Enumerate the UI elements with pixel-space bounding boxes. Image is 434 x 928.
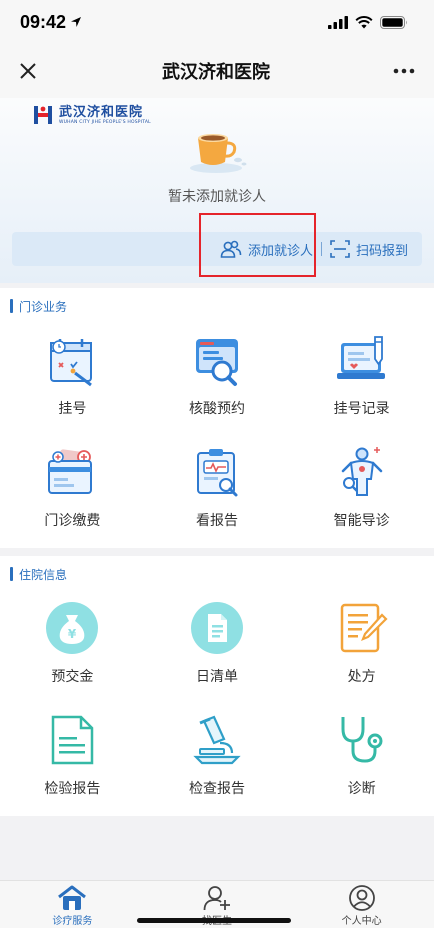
home-icon — [58, 885, 87, 910]
status-time: 09:42 — [20, 12, 82, 33]
tab-label: 诊疗服务 — [52, 916, 93, 927]
view-report-item[interactable]: 看报告 — [145, 436, 290, 548]
tab-personal-center[interactable]: 个人中心 — [289, 881, 434, 928]
hospital-logo-icon — [34, 106, 52, 124]
test-report-item[interactable]: 检验报告 — [0, 704, 145, 816]
nav-bar: 武汉济和医院 — [0, 44, 434, 98]
home-indicator — [137, 918, 291, 923]
scan-checkin-button[interactable]: 扫码报到 — [330, 240, 408, 259]
section-title: 门诊业务 — [19, 299, 68, 314]
payment-card-icon — [48, 449, 93, 494]
coffee-cup-icon — [190, 134, 247, 173]
action-divider — [320, 242, 322, 256]
close-button[interactable] — [14, 57, 42, 85]
prescription-label: 处方 — [347, 669, 376, 685]
status-bar: 09:42 — [0, 0, 434, 44]
deposit-label: 预交金 — [51, 669, 94, 685]
daily-list-item[interactable]: 日清单 — [145, 592, 290, 704]
stethoscope-icon — [341, 717, 383, 763]
register-item[interactable]: 挂号 — [0, 324, 145, 436]
more-button[interactable] — [390, 57, 418, 85]
time-text: 09:42 — [20, 11, 67, 32]
add-user-icon — [203, 886, 230, 911]
daily-list-icon — [190, 602, 243, 654]
outpatient-payment-label: 门诊缴费 — [44, 513, 101, 529]
highlight-box — [199, 213, 316, 277]
patient-card: 武汉济和医院 WUHAN CITY JIHE PEOPLE'S HOSPITAL… — [0, 98, 434, 283]
calendar-register-icon — [50, 339, 93, 387]
smart-guide-label: 智能导诊 — [333, 513, 390, 529]
register-record-label: 挂号记录 — [333, 401, 390, 417]
nucleic-appointment-item[interactable]: 核酸预约 — [145, 324, 290, 436]
daily-list-label: 日清单 — [195, 669, 238, 685]
laptop-record-icon — [336, 336, 385, 379]
battery-icon — [380, 15, 407, 29]
tab-label: 个人中心 — [341, 916, 382, 927]
hospital-logo: 武汉济和医院 WUHAN CITY JIHE PEOPLE'S HOSPITAL — [32, 104, 151, 126]
scan-icon — [330, 240, 350, 258]
diagnosis-label: 诊断 — [347, 781, 376, 797]
empty-patient-text: 暂未添加就诊人 — [168, 189, 266, 205]
section-header: 门诊业务 — [0, 288, 434, 324]
tab-medical-service[interactable]: 诊疗服务 — [0, 881, 145, 928]
exam-report-item[interactable]: 检查报告 — [145, 704, 290, 816]
test-report-label: 检验报告 — [44, 781, 101, 797]
browser-search-icon — [195, 339, 238, 386]
section-title: 住院信息 — [19, 567, 68, 582]
register-label: 挂号 — [58, 401, 87, 417]
section-header: 住院信息 — [0, 556, 434, 592]
deposit-item[interactable]: ¥ 预交金 — [0, 592, 145, 704]
logo-name: 武汉济和医院 — [59, 104, 144, 120]
scan-checkin-label: 扫码报到 — [355, 243, 408, 259]
logo-english: WUHAN CITY JIHE PEOPLE'S HOSPITAL — [59, 119, 151, 125]
location-arrow-icon — [71, 17, 82, 27]
svg-text:¥: ¥ — [68, 627, 77, 641]
outpatient-section: 门诊业务 挂号 核酸预约 挂号记录 门诊缴费 看报告 智能导诊 — [0, 288, 434, 548]
page-title: 武汉济和医院 — [162, 62, 270, 83]
inpatient-section: 住院信息 ¥ 预交金 日清单 处方 检验报告 检查报告 诊断 — [0, 556, 434, 816]
smart-guide-item[interactable]: 智能导诊 — [289, 436, 434, 548]
prescription-item[interactable]: 处方 — [289, 592, 434, 704]
money-bag-icon: ¥ — [46, 602, 99, 654]
prescription-icon — [340, 603, 388, 653]
body-guide-icon — [341, 447, 382, 496]
clipboard-report-icon — [196, 449, 238, 497]
exam-report-label: 检查报告 — [188, 781, 245, 797]
close-icon — [20, 63, 36, 79]
register-record-item[interactable]: 挂号记录 — [289, 324, 434, 436]
view-report-label: 看报告 — [195, 513, 238, 529]
more-icon — [393, 68, 415, 74]
microscope-icon — [193, 715, 241, 765]
user-icon — [348, 885, 375, 911]
diagnosis-item[interactable]: 诊断 — [289, 704, 434, 816]
signal-icon — [328, 15, 348, 29]
outpatient-payment-item[interactable]: 门诊缴费 — [0, 436, 145, 548]
test-report-icon — [52, 715, 94, 765]
wifi-icon — [355, 15, 373, 28]
nucleic-appointment-label: 核酸预约 — [188, 401, 245, 417]
